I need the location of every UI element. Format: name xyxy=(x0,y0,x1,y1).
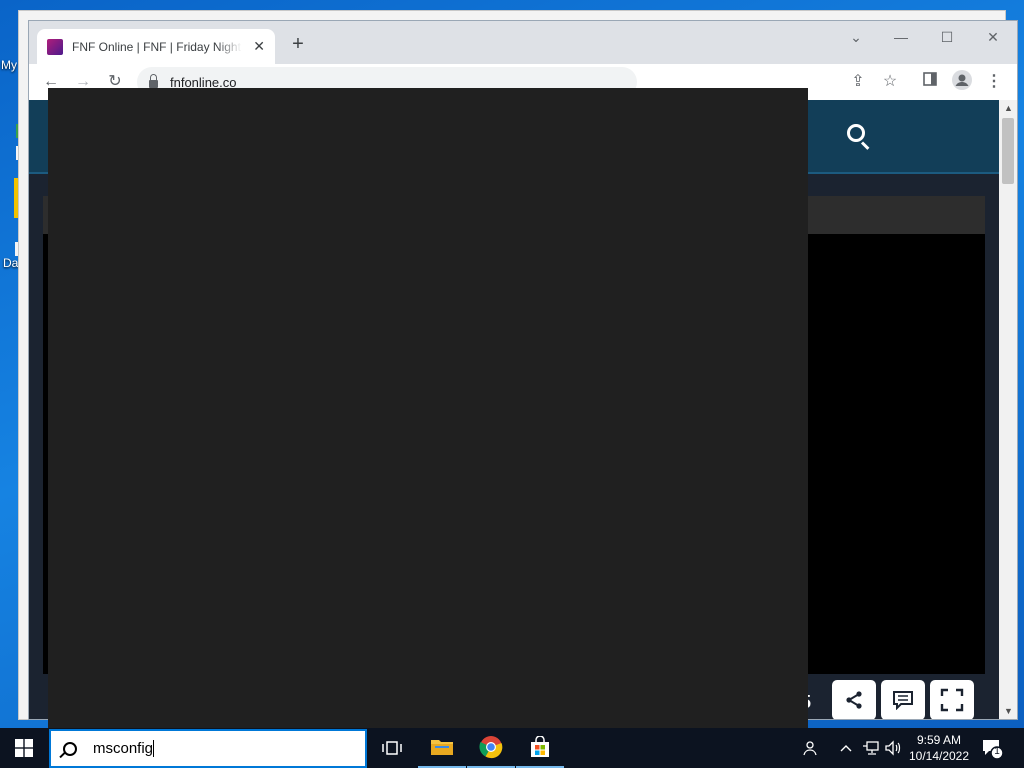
blank-popup-overlay[interactable] xyxy=(48,88,808,728)
share-icon[interactable]: ⇪ xyxy=(846,70,870,94)
page-scrollbar[interactable]: ▲ ▼ xyxy=(999,100,1017,719)
clock-time: 9:59 AM xyxy=(916,733,962,747)
share-icon xyxy=(846,691,862,709)
show-hidden-icons-icon[interactable] xyxy=(840,740,852,756)
chrome-button[interactable] xyxy=(467,728,515,768)
bookmark-star-icon[interactable]: ☆ xyxy=(878,70,902,94)
site-favicon-icon xyxy=(47,38,63,55)
share-button[interactable] xyxy=(832,680,876,719)
tab-search-dropdown-icon[interactable]: ⌄ xyxy=(841,26,871,48)
store-button[interactable] xyxy=(516,728,564,768)
task-view-button[interactable] xyxy=(368,728,416,768)
chrome-icon xyxy=(479,736,503,759)
tab-title: FNF Online | FNF | Friday Night F xyxy=(72,39,242,54)
minimize-button[interactable]: — xyxy=(886,26,916,48)
comment-icon xyxy=(893,691,913,710)
scroll-up-icon[interactable]: ▲ xyxy=(1004,103,1013,113)
text-caret xyxy=(153,740,155,757)
search-icon xyxy=(63,741,77,756)
system-clock[interactable]: 9:59 AM 10/14/2022 xyxy=(904,732,974,764)
network-icon[interactable] xyxy=(862,740,880,759)
comments-button[interactable] xyxy=(881,680,925,719)
side-panel-icon[interactable] xyxy=(918,70,942,94)
taskbar: msconfig 9:59 AM 10/14/2022 1 xyxy=(0,728,1024,768)
browser-tab[interactable]: FNF Online | FNF | Friday Night F ✕ xyxy=(37,29,275,64)
scroll-thumb[interactable] xyxy=(1002,118,1014,184)
scroll-down-icon[interactable]: ▼ xyxy=(1004,706,1013,716)
folder-icon xyxy=(431,740,453,755)
people-icon[interactable] xyxy=(803,740,819,759)
lock-icon[interactable] xyxy=(149,74,158,88)
fullscreen-icon xyxy=(940,688,964,712)
tab-close-icon[interactable]: ✕ xyxy=(253,38,265,55)
volume-icon[interactable] xyxy=(884,740,902,759)
windows-logo-icon xyxy=(15,739,33,757)
new-tab-button[interactable]: + xyxy=(287,33,309,55)
fullscreen-button[interactable] xyxy=(930,680,974,719)
tab-strip: FNF Online | FNF | Friday Night F ✕ + ⌄ … xyxy=(29,21,1017,64)
desktop-icon-label[interactable]: Da xyxy=(3,256,18,270)
task-view-icon xyxy=(382,741,402,755)
maximize-button[interactable]: ☐ xyxy=(932,26,962,48)
action-center-button[interactable]: 1 xyxy=(980,736,1004,760)
search-icon[interactable] xyxy=(847,124,873,150)
store-icon xyxy=(531,736,549,757)
search-query-text: msconfig xyxy=(93,740,154,757)
desktop-icon-label[interactable]: My xyxy=(1,58,17,72)
start-button[interactable] xyxy=(0,728,48,768)
notification-count: 1 xyxy=(994,746,1000,757)
profile-avatar-icon[interactable] xyxy=(950,70,974,94)
taskbar-search-input[interactable]: msconfig xyxy=(49,729,367,768)
clock-date: 10/14/2022 xyxy=(908,749,970,763)
close-window-button[interactable]: ✕ xyxy=(978,26,1008,48)
file-explorer-button[interactable] xyxy=(418,728,466,768)
menu-kebab-icon[interactable]: ⋮ xyxy=(982,70,1006,94)
